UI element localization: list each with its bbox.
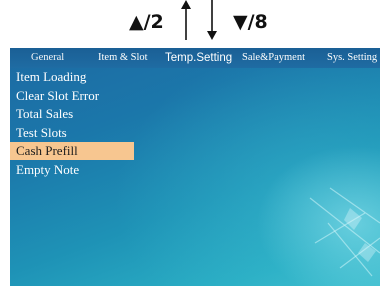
- tab-general[interactable]: General: [31, 48, 64, 68]
- menu-item-clear-slot-error[interactable]: Clear Slot Error: [10, 87, 134, 105]
- arrow-down-icon: [207, 0, 217, 40]
- tab-item-slot[interactable]: Item & Slot: [98, 48, 148, 68]
- menu-item-cash-prefill[interactable]: Cash Prefill: [10, 142, 134, 160]
- up-key-hint: ▲/2: [129, 11, 164, 33]
- menu-item-empty-note[interactable]: Empty Note: [10, 161, 134, 179]
- tab-sale-payment[interactable]: Sale&Payment: [242, 48, 305, 68]
- menu-item-test-slots[interactable]: Test Slots: [10, 124, 134, 142]
- tab-bar: General Item & Slot Temp.Setting Sale&Pa…: [10, 48, 380, 68]
- menu-item-item-loading[interactable]: Item Loading: [10, 68, 134, 86]
- down-key-hint: ▼/8: [233, 11, 268, 33]
- arrow-up-icon: [181, 0, 191, 40]
- tab-temp-setting[interactable]: Temp.Setting: [165, 48, 232, 68]
- menu-screen: General Item & Slot Temp.Setting Sale&Pa…: [10, 48, 380, 286]
- key-hints: ▲/2 ▼/8: [0, 0, 380, 44]
- menu-item-total-sales[interactable]: Total Sales: [10, 105, 134, 123]
- tab-sys-setting[interactable]: Sys. Setting: [327, 48, 377, 68]
- menu-navigation-screenshot: ▲/2 ▼/8 General Item & Slot Temp.Setting…: [0, 0, 380, 286]
